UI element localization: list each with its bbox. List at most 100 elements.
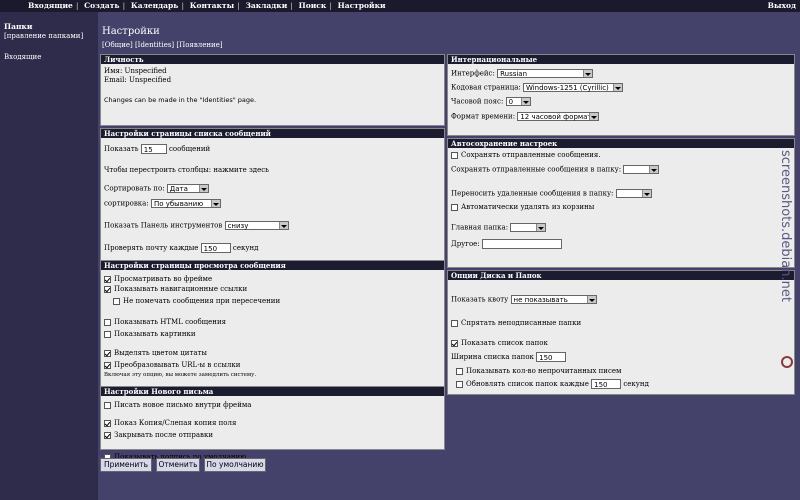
debian-logo-icon [781, 356, 793, 368]
manage-folders-link[interactable]: [правление папками] [4, 32, 83, 40]
checkbox[interactable] [104, 419, 111, 427]
sort-dir-value: По убыванию [153, 200, 204, 208]
checkbox[interactable] [104, 401, 111, 409]
chevron-down-icon [520, 98, 530, 105]
chevron-down-icon [612, 84, 622, 91]
toolbar-pos-select[interactable]: снизу [224, 221, 289, 230]
logout-link[interactable]: Выход [768, 1, 796, 10]
timeformat-value: 12 часовой формат [520, 113, 592, 121]
move-deleted-select[interactable] [615, 189, 652, 198]
chevron-down-icon [583, 70, 593, 77]
charset-select[interactable]: Windows-1251 (Cyrillic) [522, 83, 623, 92]
show-unread-checkbox[interactable] [456, 367, 463, 375]
show-count-input[interactable]: 15 [140, 144, 167, 154]
panel-header: Настройки Нового письма [101, 387, 444, 396]
reorder-columns-link[interactable]: Чтобы перестроить столбцы: нажмите здесь [104, 166, 269, 175]
nav-links-label: Показывать навигационные ссылки [114, 285, 248, 293]
show-folder-list-checkbox[interactable] [451, 339, 458, 347]
nav-separator: | [181, 1, 185, 10]
hide-unsubscribed-label: Спрятать неподписанные папки [461, 319, 582, 327]
nav-compose[interactable]: Создать [84, 1, 119, 10]
nav-inbox[interactable]: Входящие [28, 1, 73, 10]
timezone-select[interactable]: 0 [505, 97, 531, 106]
refresh-folders-input[interactable]: 150 [591, 379, 622, 389]
chevron-down-icon [198, 185, 208, 192]
charset-label: Кодовая страница: [451, 83, 521, 92]
panel-header: Автосохранение настроек [448, 139, 794, 148]
nav-calendar[interactable]: Календарь [131, 1, 178, 10]
convert-urls-label: Преобразовывать URL-ы в ссылки [114, 361, 241, 369]
checkbox[interactable] [104, 318, 111, 326]
main-nav: Входящие | Создать | Календарь | Контакты | … [28, 1, 386, 10]
checkbox[interactable] [104, 431, 111, 439]
top-nav-bar: Входящие | Создать | Календарь | Контакты | … [0, 0, 800, 12]
main-folder-select[interactable] [510, 223, 547, 232]
checkbox[interactable] [104, 285, 111, 293]
apply-button[interactable]: Применить [100, 458, 152, 472]
refresh-folders-label: Обновлять список папок каждые [466, 380, 589, 388]
timezone-label: Часовой пояс: [451, 97, 504, 106]
nav-settings[interactable]: Настройки [338, 1, 386, 10]
panel-header: Настройки страницы списка сообщений [101, 129, 444, 138]
main-content: Настройки [Общие] [Identities] [Появлени… [98, 12, 800, 500]
save-sent-folder-select[interactable] [623, 165, 660, 174]
save-sent-folder-label: Сохранять отправленные сообщения в папку… [451, 165, 622, 174]
defaults-button[interactable]: По умолчанию [204, 458, 266, 472]
folders-title[interactable]: Папки [4, 22, 32, 31]
check-interval-label: Проверять почту каждые [104, 244, 199, 252]
checkbox[interactable] [104, 330, 111, 338]
show-cc-bcc-label: Показ Копия/Слепая копия поля [114, 419, 237, 427]
sort-by-label: Сортировать по: [104, 184, 165, 193]
checkbox[interactable] [104, 275, 111, 283]
sort-by-select[interactable]: Дата [166, 184, 209, 193]
move-deleted-label: Переносить удаленные сообщения в папку: [451, 189, 614, 198]
nav-contacts[interactable]: Контакты [190, 1, 234, 10]
timeformat-label: Формат времени: [451, 112, 516, 121]
folder-inbox[interactable]: Входящие [4, 53, 41, 61]
personal-note: Changes can be made in the "Identities" … [104, 96, 257, 104]
nav-separator: | [75, 1, 79, 10]
message-view-panel: Настройки страницы просмотра сообщения П… [100, 260, 445, 395]
cancel-button[interactable]: Отменить [156, 458, 200, 472]
interface-value: Russian [500, 70, 528, 78]
personal-name: Имя: Unspecified [104, 67, 167, 75]
compose-panel: Настройки Нового письма Писать новое пис… [100, 386, 445, 461]
timeformat-select[interactable]: 12 часовой формат [517, 112, 600, 121]
personal-panel: Личность Имя: Unspecified Email: Unspeci… [100, 54, 445, 126]
show-unread-label: Показывать кол-во непрочитанных писем [466, 367, 622, 375]
panel-header: Опции Диска и Папок [448, 271, 794, 280]
folder-list-width-input[interactable]: 150 [536, 352, 567, 362]
settings-subtabs[interactable]: [Общие] [Identities] [Появление] [102, 41, 223, 49]
checkbox[interactable] [104, 361, 111, 369]
interface-select[interactable]: Russian [497, 69, 594, 78]
toolbar-pos-value: снизу [227, 222, 249, 230]
highlight-quotes-label: Выделять цветом цитаты [114, 349, 207, 357]
sort-dir-label: сортировка: [104, 199, 149, 208]
nav-separator: | [290, 1, 293, 10]
chevron-down-icon [536, 224, 546, 231]
personal-email: Email: Unspecified [104, 76, 172, 84]
other-label: Другое: [451, 240, 480, 248]
checkbox[interactable] [104, 349, 111, 357]
nav-separator: | [329, 1, 332, 10]
view-in-frame-label: Просматривать во фрейме [114, 275, 213, 283]
show-html-label: Показывать HTML сообщения [114, 318, 227, 326]
panel-header: Личность [101, 55, 444, 64]
refresh-folders-checkbox[interactable] [456, 380, 463, 388]
other-input[interactable] [481, 239, 562, 249]
nav-bookmarks[interactable]: Закладки [245, 1, 287, 10]
hide-unsubscribed-checkbox[interactable] [451, 319, 458, 327]
sort-dir-select[interactable]: По убыванию [150, 199, 221, 208]
nav-search[interactable]: Поиск [299, 1, 327, 10]
auto-delete-checkbox[interactable] [451, 203, 458, 211]
save-sent-checkbox[interactable] [451, 151, 458, 159]
checkbox[interactable] [113, 297, 120, 305]
sort-by-value: Дата [169, 185, 188, 193]
check-interval-suffix: секунд [232, 244, 259, 252]
show-count-label: Показать [104, 145, 139, 153]
check-interval-input[interactable]: 150 [200, 243, 231, 253]
chevron-down-icon [278, 222, 288, 229]
interface-label: Интерфейс: [451, 69, 495, 78]
quota-select[interactable]: не показывать [510, 295, 597, 304]
toolbar-pos-label: Показать Панель инструментов [104, 221, 223, 230]
